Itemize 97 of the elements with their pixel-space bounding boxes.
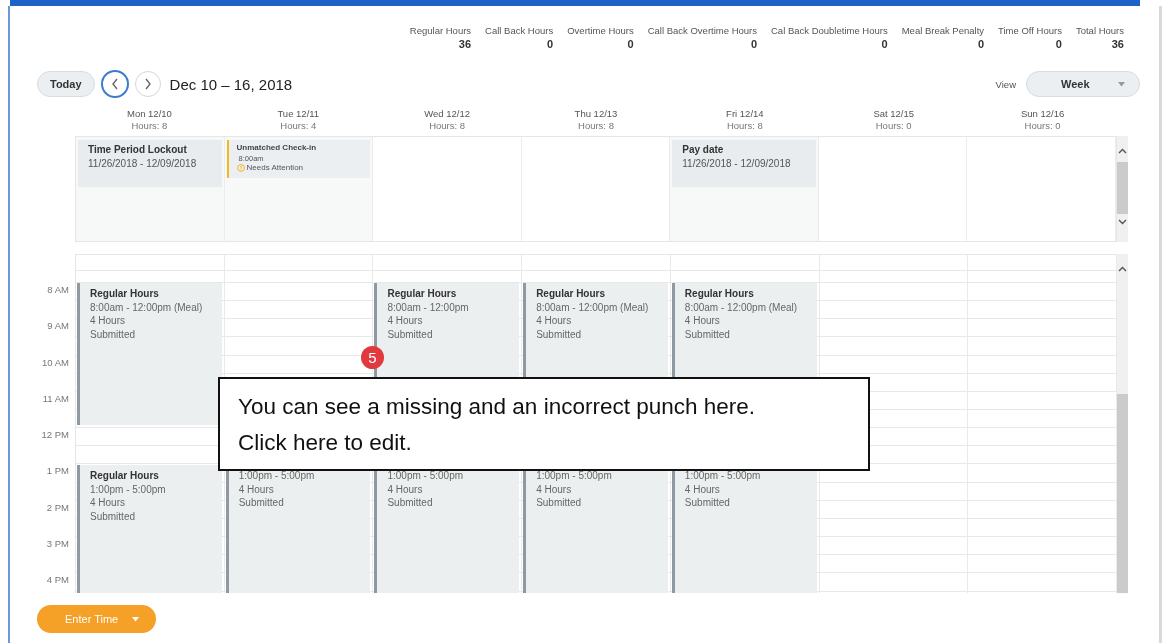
callout-tooltip: You can see a missing and an incorrect punch here. Click here to edit.	[218, 377, 870, 471]
day-header: Wed 12/12	[424, 108, 470, 120]
summary-label: Cal Back Doubletime Hours	[771, 25, 888, 36]
entry-time: 1:00pm - 5:00pm	[387, 469, 465, 483]
hour-label: 2 PM	[45, 500, 70, 515]
entry-time: 1:00pm - 5:00pm	[536, 469, 613, 483]
entry-status: Submitted	[90, 327, 137, 341]
hour-label: 12 PM	[40, 428, 70, 443]
entry-title: Regular Hours	[90, 469, 160, 483]
entry-title: Unmatched Check-in	[236, 143, 318, 152]
entry-duration: 4 Hours	[684, 482, 721, 496]
entry-duration: 4 Hours	[238, 482, 275, 496]
today-button[interactable]: Today	[37, 71, 95, 97]
summary-label: Meal Break Penalty	[901, 25, 985, 36]
entry-time: 1:00pm - 5:00pm	[90, 482, 167, 496]
entry-duration: 4 Hours	[684, 314, 721, 328]
hour-label: 11 AM	[41, 391, 70, 406]
entry-title: Regular Hours	[684, 287, 755, 301]
hour-label: 10 AM	[41, 355, 70, 370]
entry-time: 8:00am - 12:00pm (Meal)	[536, 300, 650, 314]
scrollbar[interactable]	[1117, 254, 1128, 594]
entry-status: Submitted	[536, 327, 583, 341]
entry-duration: 4 Hours	[536, 482, 573, 496]
day-hours: Hours: 8	[429, 120, 466, 132]
time-entry[interactable]: Regular Hours 1:00pm - 5:00pm 4 Hours Submitted	[77, 465, 222, 593]
summary-label: Overtime Hours	[567, 25, 634, 36]
hour-label: 3 PM	[45, 537, 70, 552]
summary-label: Call Back Overtime Hours	[647, 25, 757, 36]
entry-time: 8:00am - 12:00pm (Meal)	[90, 300, 204, 314]
entry-status: Submitted	[684, 496, 731, 510]
entry-title: Pay date	[682, 144, 725, 155]
day-header: Fri 12/14	[726, 108, 764, 120]
summary-value: 0	[1055, 38, 1062, 50]
all-day-entry[interactable]: Time Period Lockout 11/26/2018 - 12/09/2018	[78, 140, 222, 187]
summary-value: 0	[547, 38, 554, 50]
summary-value: 36	[1111, 38, 1124, 50]
summary-value: 0	[750, 38, 757, 50]
entry-status: Needs Attention	[246, 163, 304, 172]
day-hours: Hours: 8	[726, 120, 763, 132]
next-button[interactable]	[134, 71, 161, 97]
day-hours: Hours: 8	[131, 120, 168, 132]
step-badge-tooltip: 5	[361, 346, 384, 369]
summary-label: Regular Hours	[409, 25, 472, 36]
entry-status: Submitted	[387, 327, 434, 341]
hour-label: 1 PM	[45, 464, 70, 479]
entry-dates: 11/26/2018 - 12/09/2018	[682, 158, 792, 169]
entry-duration: 4 Hours	[90, 496, 126, 510]
entry-title: Regular Hours	[536, 287, 607, 301]
entry-time: 1:00pm - 5:00pm	[684, 469, 762, 483]
summary-value: 36	[458, 38, 472, 50]
entry-time: 8:00am - 12:00pm	[387, 300, 470, 314]
entry-duration: 4 Hours	[90, 314, 126, 328]
caret-icon	[1118, 81, 1125, 87]
scroll-up-icon[interactable]	[1118, 266, 1127, 272]
hour-label: 8 AM	[46, 283, 70, 297]
hour-label: 9 AM	[46, 319, 70, 334]
entry-status: Submitted	[90, 509, 137, 523]
entry-time: 8:00am - 12:00pm (Meal)	[684, 300, 799, 314]
day-hours: Hours: 4	[280, 120, 317, 132]
entry-status: Submitted	[238, 496, 285, 510]
hour-label: 4 PM	[45, 573, 70, 588]
summary-value: 0	[977, 38, 985, 50]
scroll-down-icon[interactable]	[1118, 219, 1127, 225]
entry-status: Submitted	[536, 496, 583, 510]
entry-duration: 4 Hours	[387, 482, 424, 496]
summary-label: Total Hours	[1075, 25, 1124, 36]
date-range: Dec 10 – 16, 2018	[169, 75, 293, 93]
view-dropdown[interactable]: Week	[1026, 71, 1140, 97]
all-day-entry[interactable]: Pay date 11/26/2018 - 12/09/2018	[672, 140, 816, 187]
previous-button[interactable]	[100, 70, 129, 98]
scroll-up-icon[interactable]	[1118, 148, 1127, 154]
day-hours: Hours: 0	[875, 120, 912, 132]
entry-dates: 11/26/2018 - 12/09/2018	[88, 158, 198, 169]
day-header: Sun 12/16	[1020, 108, 1065, 120]
summary-label: Time Off Hours	[998, 25, 1062, 36]
entry-duration: 4 Hours	[536, 314, 573, 328]
day-hours: Hours: 0	[1024, 120, 1061, 132]
day-header: Sat 12/15	[873, 108, 915, 120]
entry-duration: 4 Hours	[387, 314, 424, 328]
scrollbar[interactable]	[1117, 136, 1128, 242]
warning-icon	[236, 163, 245, 172]
view-label: View	[995, 78, 1016, 90]
time-entry[interactable]: Regular Hours 8:00am - 12:00pm (Meal) 4 Hours Submitted	[77, 283, 222, 425]
entry-status: Submitted	[387, 496, 434, 510]
summary-label: Call Back Hours	[485, 25, 554, 36]
day-header: Mon 12/10	[126, 108, 172, 120]
caret-icon	[132, 616, 140, 622]
summary-value: 0	[627, 38, 634, 50]
day-header: Tue 12/11	[277, 108, 320, 120]
day-header: Thu 12/13	[574, 108, 618, 120]
entry-status: Submitted	[684, 327, 731, 341]
entry-time: 1:00pm - 5:00pm	[238, 469, 316, 483]
entry-title: Regular Hours	[387, 287, 458, 301]
day-hours: Hours: 8	[578, 120, 614, 132]
entry-title: Time Period Lockout	[88, 144, 188, 155]
summary-value: 0	[881, 38, 888, 50]
entry-title: Regular Hours	[90, 287, 160, 301]
